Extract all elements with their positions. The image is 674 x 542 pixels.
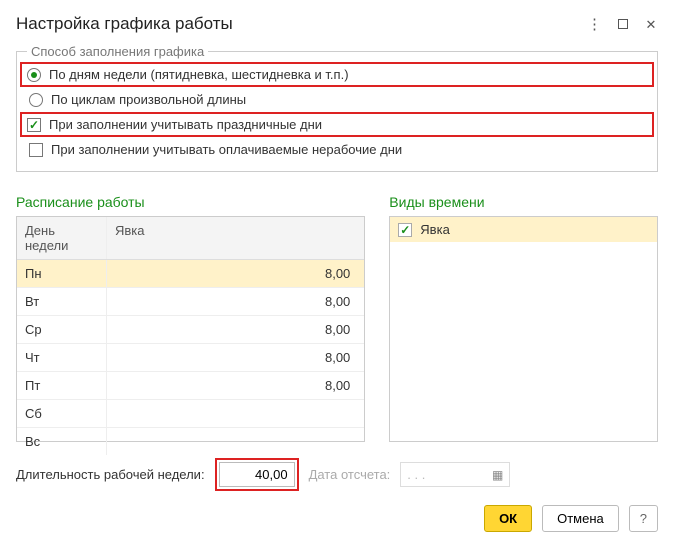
schedule-day-cell: Вс [17, 428, 107, 455]
week-length-input[interactable] [219, 462, 295, 487]
schedule-row[interactable]: Сб [17, 400, 364, 428]
week-length-label: Длительность рабочей недели: [16, 467, 205, 482]
ref-date-input[interactable]: . . . ▦ [400, 462, 510, 487]
ref-date-placeholder: . . . [407, 467, 425, 482]
timetype-label: Явка [420, 222, 450, 237]
radio-by-weekdays-label: По дням недели (пятидневка, шестидневка … [49, 67, 349, 82]
window-title: Настройка графика работы [16, 14, 233, 34]
checkbox-paid-nonwork[interactable]: При заполнении учитывать оплачиваемые не… [27, 138, 647, 161]
radio-by-cycles[interactable]: По циклам произвольной длины [27, 88, 647, 111]
radio-icon [27, 68, 41, 82]
checkbox-holidays-label: При заполнении учитывать праздничные дни [49, 117, 322, 132]
timetype-row[interactable]: Явка [390, 217, 657, 242]
week-length-highlight [215, 458, 299, 491]
checkbox-icon [27, 118, 41, 132]
timetypes-title: Виды времени [389, 194, 658, 210]
schedule-row[interactable]: Пн8,00 [17, 260, 364, 288]
calendar-icon[interactable]: ▦ [492, 468, 503, 482]
schedule-row[interactable]: Чт8,00 [17, 344, 364, 372]
fill-method-group: Способ заполнения графика По дням недели… [16, 44, 658, 172]
schedule-row[interactable]: Вт8,00 [17, 288, 364, 316]
checkbox-holidays[interactable]: При заполнении учитывать праздничные дни [21, 113, 653, 136]
col-day-header[interactable]: День недели [17, 217, 107, 259]
schedule-row[interactable]: Пт8,00 [17, 372, 364, 400]
schedule-val-cell[interactable] [107, 400, 364, 427]
radio-icon [29, 93, 43, 107]
cancel-button[interactable]: Отмена [542, 505, 619, 532]
schedule-val-cell[interactable]: 8,00 [107, 288, 364, 315]
schedule-val-cell[interactable]: 8,00 [107, 316, 364, 343]
radio-by-cycles-label: По циклам произвольной длины [51, 92, 246, 107]
help-button[interactable]: ? [629, 505, 658, 532]
fill-method-legend: Способ заполнения графика [27, 44, 208, 59]
schedule-title: Расписание работы [16, 194, 365, 210]
schedule-day-cell: Пн [17, 260, 107, 287]
schedule-row[interactable]: Ср8,00 [17, 316, 364, 344]
ok-button[interactable]: ОК [484, 505, 532, 532]
schedule-val-cell[interactable]: 8,00 [107, 372, 364, 399]
schedule-day-cell: Пт [17, 372, 107, 399]
checkbox-icon [29, 143, 43, 157]
schedule-val-cell[interactable]: 8,00 [107, 344, 364, 371]
schedule-row[interactable]: Вс [17, 428, 364, 455]
menu-icon[interactable]: ⋮ [588, 17, 602, 31]
close-icon[interactable]: ✕ [644, 17, 658, 31]
radio-by-weekdays[interactable]: По дням недели (пятидневка, шестидневка … [21, 63, 653, 86]
schedule-day-cell: Ср [17, 316, 107, 343]
schedule-grid: День недели Явка Пн8,00Вт8,00Ср8,00Чт8,0… [16, 216, 365, 442]
ref-date-label: Дата отсчета: [309, 467, 391, 482]
maximize-icon[interactable] [616, 17, 630, 31]
schedule-day-cell: Чт [17, 344, 107, 371]
checkbox-paid-nonwork-label: При заполнении учитывать оплачиваемые не… [51, 142, 402, 157]
checkbox-icon [398, 223, 412, 237]
schedule-val-cell[interactable]: 8,00 [107, 260, 364, 287]
schedule-day-cell: Вт [17, 288, 107, 315]
schedule-val-cell[interactable] [107, 428, 364, 455]
timetypes-grid: Явка [389, 216, 658, 442]
col-attend-header[interactable]: Явка [107, 217, 364, 259]
schedule-day-cell: Сб [17, 400, 107, 427]
